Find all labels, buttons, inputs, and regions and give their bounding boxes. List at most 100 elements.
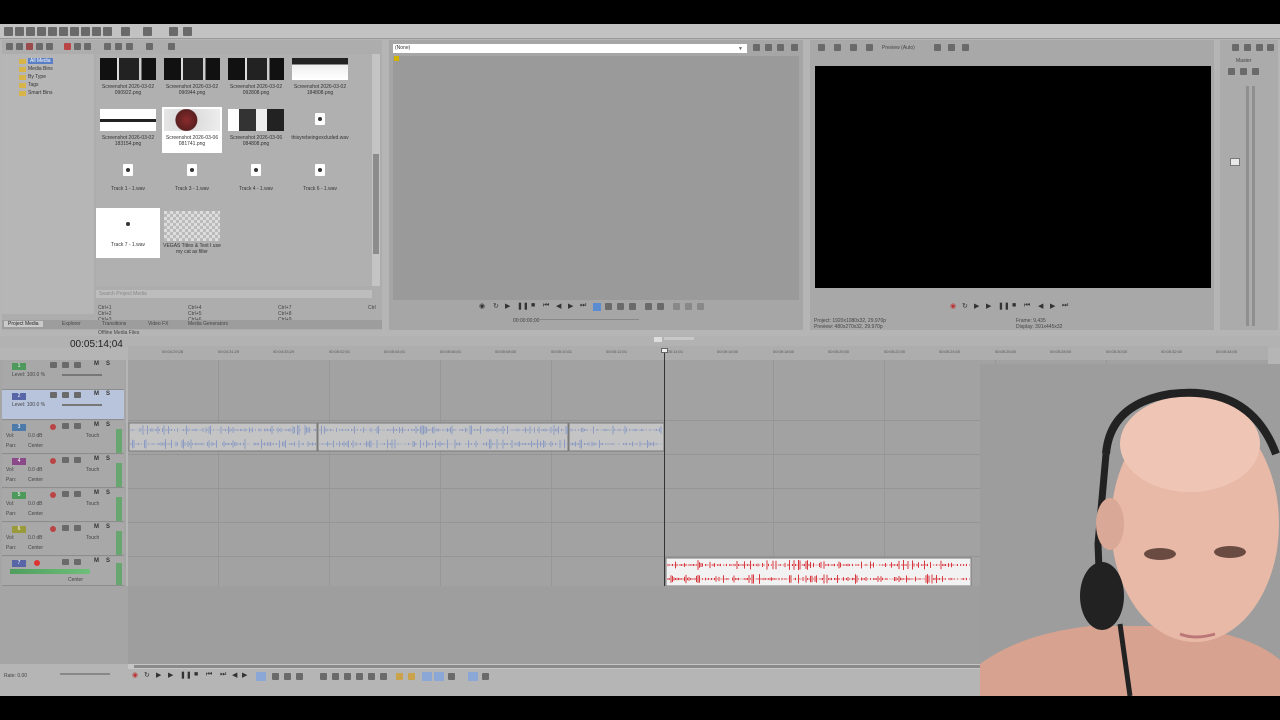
invert-phase-icon[interactable] <box>74 559 81 565</box>
automation-mode[interactable]: Touch <box>86 535 99 541</box>
stop-icon[interactable]: ■ <box>1012 302 1016 309</box>
insert-icon[interactable] <box>605 303 612 310</box>
delete-tool-icon[interactable] <box>320 673 327 680</box>
automation-mode[interactable]: Touch <box>86 467 99 473</box>
import-media-icon[interactable] <box>6 43 13 50</box>
track-fx-icon[interactable] <box>62 457 69 463</box>
pause-icon[interactable]: ❚❚ <box>517 302 529 310</box>
master-fx-chain-icon[interactable] <box>1228 68 1235 75</box>
arm-record-icon[interactable] <box>34 560 40 566</box>
play-from-start-icon[interactable]: ▶ <box>156 671 161 679</box>
undo-icon[interactable] <box>121 27 130 36</box>
tree-item-all-media[interactable]: All Media <box>28 58 53 64</box>
loop-region[interactable] <box>664 337 694 340</box>
mute-button[interactable]: M <box>94 490 99 496</box>
arm-record-icon[interactable] <box>50 526 56 532</box>
normal-edit-tool-icon[interactable] <box>256 672 266 681</box>
render-icon[interactable] <box>48 27 57 36</box>
invert-phase-icon[interactable] <box>74 525 81 531</box>
copy-icon[interactable] <box>81 27 90 36</box>
track-motion-icon[interactable] <box>62 362 69 368</box>
master-fader-handle[interactable] <box>1230 158 1240 166</box>
split-screen-icon[interactable] <box>834 44 841 51</box>
play-preview-icon[interactable] <box>104 43 111 50</box>
tab-project-media[interactable]: Project Media <box>4 321 43 327</box>
loop-icon[interactable]: ↻ <box>962 302 968 310</box>
tab-explorer[interactable]: Explorer <box>62 321 81 327</box>
prev-frame-icon[interactable]: ◀ <box>232 671 237 679</box>
stop-preview-icon[interactable] <box>115 43 122 50</box>
track-fx-icon[interactable] <box>50 392 57 398</box>
next-frame-icon[interactable]: ▶ <box>1050 302 1055 310</box>
solo-button[interactable]: S <box>106 524 110 530</box>
save-snapshot-icon[interactable] <box>948 44 955 51</box>
fit-icon[interactable] <box>629 303 636 310</box>
mute-button[interactable]: M <box>94 558 99 564</box>
tree-item-media-bins[interactable]: Media Bins <box>28 66 53 72</box>
prev-frame-icon[interactable]: ◀ <box>556 302 561 310</box>
media-item[interactable]: thisyrebeingexcluded.wav <box>290 107 350 153</box>
composite-mode-icon[interactable] <box>74 362 81 368</box>
audio-clips-track-7[interactable] <box>665 557 973 587</box>
invert-phase-icon[interactable] <box>74 457 81 463</box>
automation-mode[interactable]: Touch <box>86 433 99 439</box>
tab-video-fx[interactable]: Video FX <box>148 321 168 327</box>
trimmer-options-icon[interactable] <box>753 44 760 51</box>
record-icon[interactable]: ◉ <box>132 671 138 679</box>
track-header-video-2[interactable]: 2 M S Level: 100.0 % <box>2 390 124 420</box>
preview-quality-dropdown[interactable]: Preview (Auto) <box>882 45 915 51</box>
play-icon[interactable]: ▶ <box>168 671 173 679</box>
go-to-end-icon[interactable]: ⏭ <box>220 671 226 679</box>
properties-icon[interactable] <box>59 27 68 36</box>
cut-icon[interactable] <box>70 27 79 36</box>
add-after-icon[interactable] <box>657 303 664 310</box>
trimmer-dropdown[interactable]: (None) <box>393 44 747 53</box>
record-icon[interactable]: ◉ <box>950 302 956 310</box>
new-project-icon[interactable] <box>4 27 13 36</box>
invert-phase-icon[interactable] <box>74 491 81 497</box>
media-fx-icon[interactable] <box>84 43 91 50</box>
extract-audio-icon[interactable] <box>36 43 43 50</box>
pause-icon[interactable]: ❚❚ <box>180 671 192 679</box>
trimmer-slider[interactable] <box>539 317 639 323</box>
external-monitor-icon[interactable] <box>866 44 873 51</box>
trim-tool-icon[interactable] <box>332 673 339 680</box>
rate-slider[interactable] <box>60 673 110 675</box>
play-from-start-icon[interactable]: ▶ <box>974 302 979 310</box>
auto-ripple-icon[interactable] <box>434 672 444 681</box>
audio-clip-recorded[interactable] <box>665 557 972 587</box>
mute-button[interactable]: M <box>94 422 99 428</box>
media-item[interactable]: Track 3 - 1.wav <box>162 158 222 204</box>
audio-clips-track-3[interactable] <box>128 422 668 452</box>
go-to-start-icon[interactable]: ⏮ <box>1024 302 1030 310</box>
solo-button[interactable]: S <box>106 456 110 462</box>
loop-icon[interactable]: ↻ <box>144 671 150 679</box>
go-to-start-icon[interactable]: ⏮ <box>543 302 549 310</box>
media-item[interactable]: Track 6 - 1.wav <box>290 158 350 204</box>
trim-fx-icon[interactable] <box>697 303 704 310</box>
chevron-down-icon[interactable]: ▼ <box>738 46 743 52</box>
mute-button[interactable]: M <box>94 391 99 397</box>
mute-button[interactable]: M <box>94 456 99 462</box>
master-fx-icon[interactable] <box>1244 44 1251 51</box>
arm-record-icon[interactable] <box>50 492 56 498</box>
stop-icon[interactable]: ■ <box>531 302 535 309</box>
media-item[interactable]: Track 4 - 1.wav <box>226 158 286 204</box>
add-to-timeline-icon[interactable] <box>645 303 652 310</box>
track-fx-icon[interactable] <box>50 362 57 368</box>
next-frame-icon[interactable]: ▶ <box>568 302 573 310</box>
mute-button[interactable]: M <box>94 361 99 367</box>
tab-media-generators[interactable]: Media Generators <box>188 321 228 327</box>
arm-record-icon[interactable] <box>50 458 56 464</box>
audio-clip[interactable] <box>568 422 665 452</box>
tree-item-by-type[interactable]: By Type <box>28 74 46 80</box>
trimmer-history-icon[interactable] <box>791 44 798 51</box>
get-media-icon[interactable] <box>26 43 33 50</box>
paste-icon[interactable] <box>92 27 101 36</box>
media-item[interactable]: Screenshot 2026-03-02 090922.png <box>98 56 158 102</box>
master-settings-icon[interactable] <box>1232 44 1239 51</box>
media-scrollbar[interactable] <box>372 54 380 286</box>
track-motion-icon[interactable] <box>62 392 69 398</box>
playhead-handle[interactable] <box>661 348 668 353</box>
invert-phase-icon[interactable] <box>74 423 81 429</box>
